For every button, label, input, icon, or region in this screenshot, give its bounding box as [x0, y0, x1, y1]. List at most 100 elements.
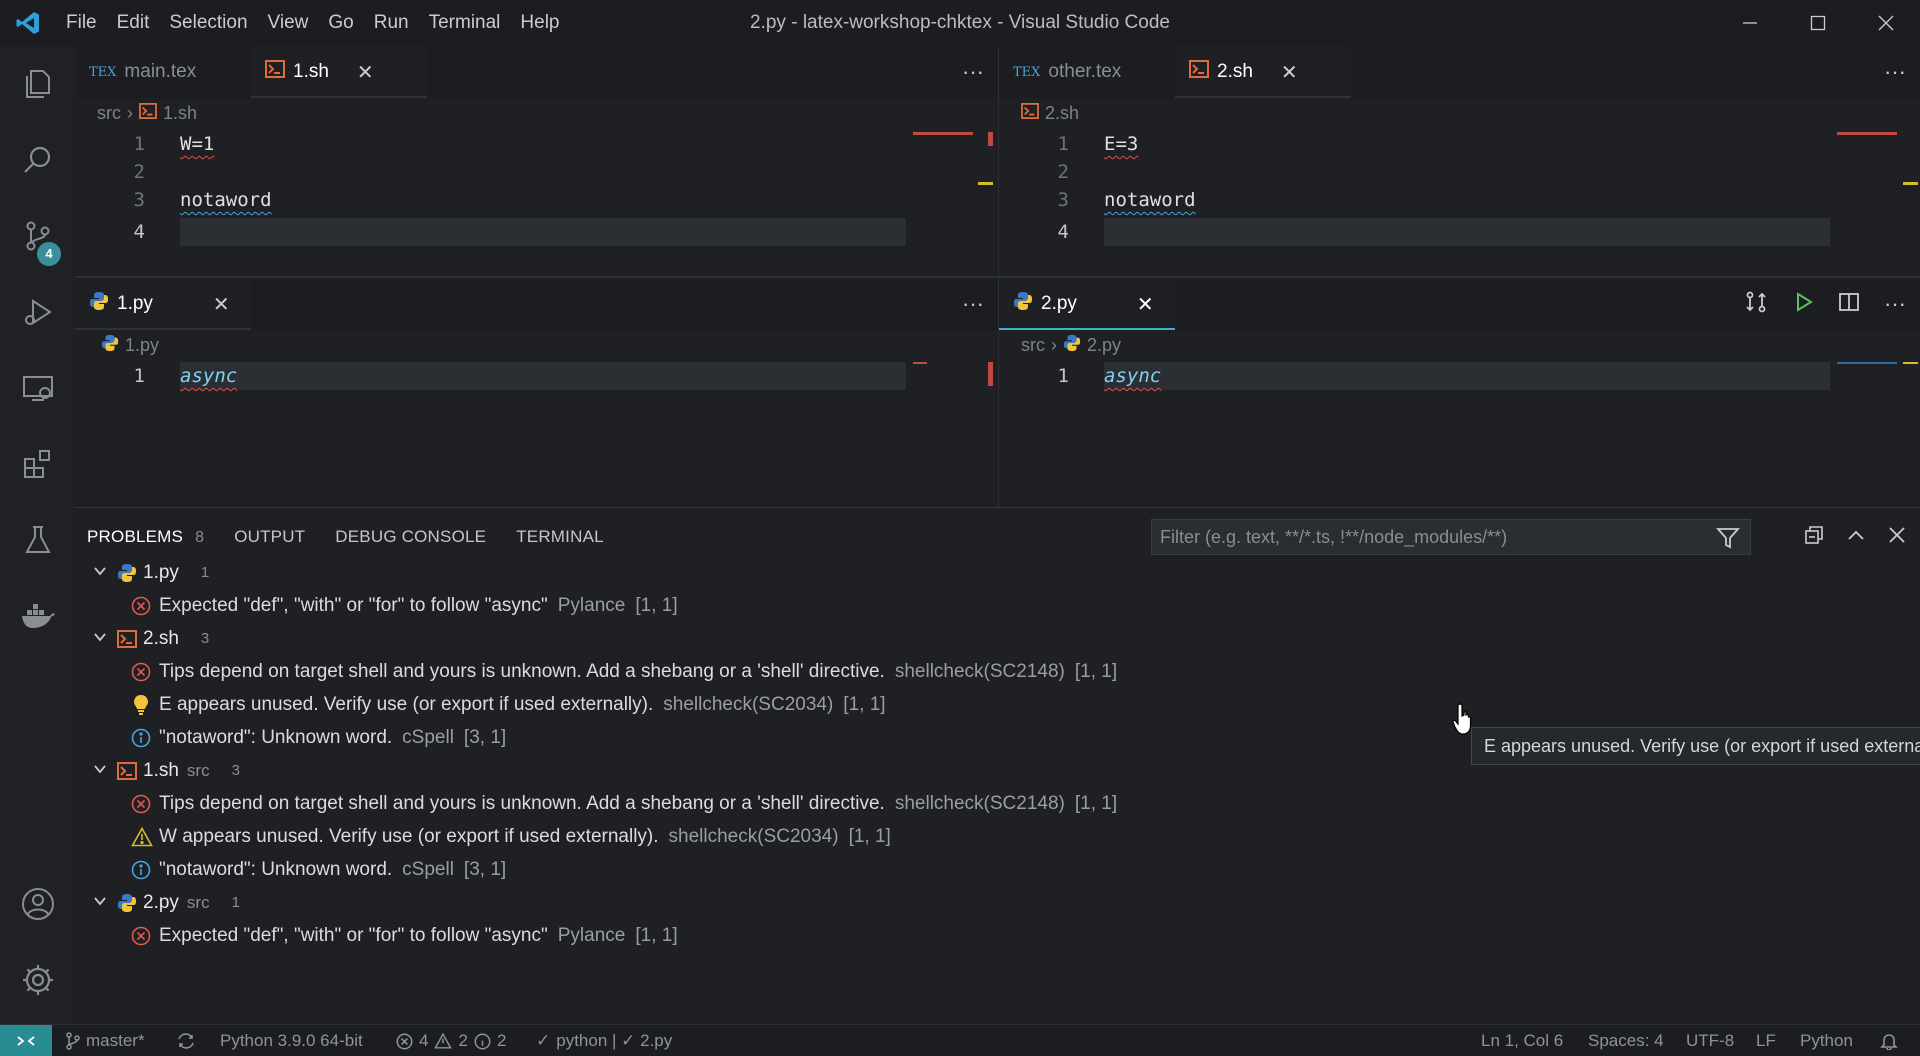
problem-row[interactable]: W appears unused. Verify use (or export …	[75, 820, 891, 853]
remote-explorer-icon[interactable]	[0, 350, 75, 426]
search-icon[interactable]	[0, 122, 75, 198]
problem-row[interactable]: Tips depend on target shell and yours is…	[75, 655, 1117, 688]
run-python-file-icon[interactable]	[1792, 291, 1814, 318]
more-actions-icon[interactable]: ···	[1884, 291, 1906, 317]
problem-location: [3, 1]	[463, 726, 507, 748]
remote-indicator-icon[interactable]	[0, 1025, 52, 1056]
docker-icon[interactable]	[0, 578, 75, 654]
tab-problems[interactable]: PROBLEMS 8	[87, 527, 204, 547]
problem-source: shellcheck(SC2148)	[894, 792, 1065, 814]
problem-file-row[interactable]: 2.sh 3	[75, 622, 209, 655]
problem-row[interactable]: Tips depend on target shell and yours is…	[75, 787, 1117, 820]
scrollbar-warning-marker	[1903, 362, 1918, 364]
branch-name: master*	[86, 1031, 145, 1050]
notifications-bell-icon[interactable]	[1880, 1025, 1898, 1056]
manage-gear-icon[interactable]	[0, 942, 75, 1018]
close-panel-icon[interactable]	[1888, 526, 1906, 549]
tab-other-tex[interactable]: TEX other.tex	[999, 46, 1175, 98]
menu-help[interactable]: Help	[510, 0, 569, 46]
open-changes-icon[interactable]	[1744, 290, 1768, 319]
more-actions-icon[interactable]: ···	[1884, 59, 1906, 85]
source-control-icon[interactable]: 4	[0, 198, 75, 274]
tab-main-tex[interactable]: TEX main.tex	[75, 46, 251, 98]
tab-2-sh[interactable]: 2.sh ✕	[1175, 46, 1351, 98]
more-actions-icon[interactable]: ···	[962, 59, 984, 85]
line-number: 4	[133, 221, 145, 243]
code-token: async	[180, 365, 238, 387]
minimize-button[interactable]	[1716, 0, 1784, 46]
linter-status[interactable]: ✓ python | ✓ 2.py	[536, 1025, 672, 1056]
more-actions-icon[interactable]: ···	[962, 291, 984, 317]
tab-bar: 2.py ✕ ···	[999, 278, 1920, 330]
chevron-down-icon	[93, 562, 113, 584]
menu-terminal[interactable]: Terminal	[419, 0, 511, 46]
explorer-icon[interactable]	[0, 46, 75, 122]
python-icon	[117, 893, 143, 913]
menu-view[interactable]: View	[258, 0, 319, 46]
tab-2-py[interactable]: 2.py ✕	[999, 278, 1175, 330]
code-token: W=1	[180, 133, 215, 155]
error-icon	[131, 794, 159, 814]
breadcrumb-file[interactable]: 2.sh	[1045, 103, 1079, 124]
encoding[interactable]: UTF-8	[1686, 1025, 1734, 1056]
menu-edit[interactable]: Edit	[107, 0, 160, 46]
problem-file-row[interactable]: 1.sh src 3	[75, 754, 240, 787]
filter-funnel-icon[interactable]	[1715, 526, 1741, 555]
tab-debug-console[interactable]: DEBUG CONSOLE	[335, 527, 486, 547]
problem-row[interactable]: E appears unused. Verify use (or export …	[75, 688, 886, 721]
breadcrumb-folder[interactable]: src	[97, 103, 121, 124]
tab-actions: ···	[1884, 46, 1906, 98]
menu-selection[interactable]: Selection	[159, 0, 257, 46]
problem-file-row[interactable]: 2.py src 1	[75, 886, 240, 919]
file-name: 2.sh	[143, 627, 179, 649]
language-mode[interactable]: Python	[1800, 1025, 1853, 1056]
problem-row[interactable]: Expected "def", "with" or "for" to follo…	[75, 589, 678, 622]
breadcrumb-file[interactable]: 1.py	[125, 335, 159, 356]
run-debug-icon[interactable]	[0, 274, 75, 350]
problem-file-row[interactable]: 1.py 1	[75, 556, 209, 589]
cursor-position[interactable]: Ln 1, Col 6	[1481, 1025, 1563, 1056]
breadcrumb-file[interactable]: 2.py	[1087, 335, 1121, 356]
chevron-down-icon	[93, 892, 113, 914]
problem-message: Tips depend on target shell and yours is…	[159, 792, 885, 814]
tab-terminal[interactable]: TERMINAL	[516, 527, 604, 547]
split-editor-icon[interactable]	[1838, 291, 1860, 318]
collapse-all-icon[interactable]	[1804, 525, 1824, 550]
accounts-icon[interactable]	[0, 866, 75, 942]
python-interpreter[interactable]: Python 3.9.0 64-bit	[220, 1025, 363, 1056]
breadcrumb-folder[interactable]: src	[1021, 335, 1045, 356]
problems-status[interactable]: 4 2 2	[396, 1025, 506, 1056]
problems-filter-input[interactable]: Filter (e.g. text, **/*.ts, !**/node_mod…	[1151, 519, 1751, 555]
code-token: notaword	[1104, 189, 1196, 211]
sync-icon[interactable]	[176, 1025, 196, 1056]
close-window-button[interactable]	[1852, 0, 1920, 46]
close-tab-icon[interactable]: ✕	[357, 60, 374, 85]
branch-status[interactable]: master*	[66, 1025, 145, 1056]
tab-1-sh[interactable]: 1.sh ✕	[251, 46, 427, 98]
close-tab-icon[interactable]: ✕	[213, 292, 230, 317]
maximize-panel-icon[interactable]	[1846, 525, 1866, 550]
menu-file[interactable]: File	[56, 0, 107, 46]
tab-label: other.tex	[1048, 61, 1122, 82]
problem-row[interactable]: "notaword": Unknown word. cSpell [3, 1]	[75, 853, 506, 886]
end-of-line[interactable]: LF	[1756, 1025, 1776, 1056]
extensions-icon[interactable]	[0, 426, 75, 502]
close-tab-icon[interactable]: ✕	[1281, 60, 1298, 85]
menu-go[interactable]: Go	[318, 0, 363, 46]
editor-split-divider[interactable]	[75, 276, 1920, 278]
editor-group-top-left: TEX main.tex 1.sh ✕ ··· src › 1.sh 1 W=1 …	[75, 46, 998, 276]
testing-icon[interactable]	[0, 502, 75, 578]
indentation[interactable]: Spaces: 4	[1588, 1025, 1664, 1056]
file-name: 2.py	[143, 891, 179, 913]
problem-row[interactable]: Expected "def", "with" or "for" to follo…	[75, 919, 678, 952]
tab-1-py[interactable]: 1.py ✕	[75, 278, 251, 330]
tab-output[interactable]: OUTPUT	[234, 527, 305, 547]
panel-actions	[1804, 519, 1906, 555]
problem-row[interactable]: "notaword": Unknown word. cSpell [3, 1]	[75, 721, 506, 754]
breadcrumb-file[interactable]: 1.sh	[163, 103, 197, 124]
maximize-button[interactable]	[1784, 0, 1852, 46]
menu-run[interactable]: Run	[364, 0, 419, 46]
current-line-highlight	[180, 218, 906, 246]
current-line-highlight	[1104, 362, 1830, 390]
close-tab-icon[interactable]: ✕	[1137, 292, 1154, 317]
